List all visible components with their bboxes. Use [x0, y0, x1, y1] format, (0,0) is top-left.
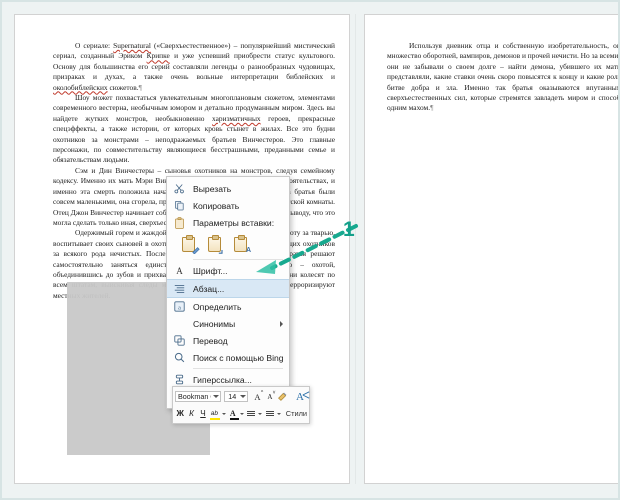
clear-formatting-button[interactable]: A	[293, 390, 310, 403]
paragraph-icon	[172, 282, 187, 296]
context-menu-item-paste-options: Параметры вставки:	[167, 214, 289, 231]
window-border	[0, 0, 620, 500]
highlight-button[interactable]: ab	[209, 407, 221, 420]
scissors-icon	[172, 182, 187, 196]
bold-button[interactable]: Ж	[175, 407, 185, 420]
numbering-button[interactable]	[264, 407, 274, 420]
hyperlink-icon	[172, 373, 187, 387]
context-menu-item-font[interactable]: A Шрифт...	[167, 262, 289, 279]
context-menu-item-copy[interactable]: Копировать	[167, 197, 289, 214]
chevron-down-icon[interactable]	[239, 395, 246, 398]
bullet-list-icon	[247, 410, 256, 417]
font-color-swatch	[229, 417, 239, 420]
paste-keep-source-formatting-button[interactable]	[179, 235, 200, 254]
chevron-down-icon[interactable]	[276, 412, 281, 415]
menu-divider	[193, 368, 283, 369]
context-menu-label: Вырезать	[193, 183, 232, 194]
grow-font-button[interactable]: A ^	[252, 390, 263, 403]
chevron-down-icon[interactable]	[258, 412, 263, 415]
search-icon	[172, 351, 187, 365]
styles-button[interactable]: Стили	[286, 409, 307, 418]
font-A-icon: A	[176, 265, 183, 276]
context-menu-label: Параметры вставки:	[193, 217, 275, 228]
underline-label: Ч	[200, 409, 206, 418]
paste-text-badge: A	[245, 246, 251, 254]
chevron-down-icon[interactable]	[239, 412, 244, 415]
svg-text:a: a	[178, 304, 181, 311]
context-menu-item-translate[interactable]: Перевод	[167, 332, 289, 349]
numbered-list-icon	[265, 410, 274, 417]
copy-icon	[172, 199, 187, 213]
context-menu-label: Синонимы	[193, 318, 236, 329]
context-menu-label: Перевод	[193, 335, 228, 346]
context-menu-label: Гиперссылка...	[193, 374, 252, 385]
word-document-window: О сериале: Supernatural («Сверхъестестве…	[0, 0, 620, 500]
format-painter-button[interactable]	[277, 390, 288, 403]
paste-merge-formatting-button[interactable]	[205, 235, 224, 254]
caret-up-icon: ^	[260, 390, 264, 396]
paste-options-group[interactable]: A	[167, 231, 289, 257]
define-icon: a	[172, 300, 187, 314]
font-color-button[interactable]: A	[228, 407, 239, 420]
context-menu-label: Поиск с помощью Bing	[193, 352, 284, 363]
caret-down-icon: ˅	[272, 390, 276, 396]
highlight-label: ab	[210, 410, 218, 417]
shrink-font-label: A	[267, 392, 273, 401]
context-menu-item-define[interactable]: a Определить	[167, 298, 289, 315]
context-menu-label: Абзац...	[193, 283, 225, 294]
translate-icon	[172, 334, 187, 348]
mini-toolbar-row-2: Ж К Ч ab A Стили	[175, 406, 307, 421]
context-menu-label: Копировать	[193, 200, 240, 211]
shrink-font-button[interactable]: A ˅	[264, 390, 275, 403]
mini-toolbar-row-1: Bookman Old : 14 A ^ A ˅ A	[175, 389, 310, 404]
font-name-combobox[interactable]: Bookman Old :	[175, 390, 222, 403]
context-menu-label: Определить	[193, 301, 242, 312]
bold-label: Ж	[176, 409, 184, 418]
context-menu[interactable]: Вырезать Копировать Параметры вставки: A…	[166, 176, 290, 409]
chevron-down-icon[interactable]	[221, 412, 226, 415]
menu-divider	[193, 259, 283, 260]
formatting-mini-toolbar[interactable]: Bookman Old : 14 A ^ A ˅ A	[172, 386, 310, 424]
chevron-down-icon[interactable]	[213, 395, 220, 398]
underline-button[interactable]: Ч	[198, 407, 208, 420]
bullets-button[interactable]	[246, 407, 256, 420]
context-menu-item-cut[interactable]: Вырезать	[167, 180, 289, 197]
context-menu-item-paragraph[interactable]: Абзац...	[167, 279, 289, 298]
context-menu-label: Шрифт...	[193, 265, 228, 276]
chevron-right-icon	[280, 320, 283, 327]
highlight-color-swatch	[210, 417, 221, 420]
context-menu-item-search-bing[interactable]: Поиск с помощью Bing	[167, 349, 289, 366]
grow-font-label: A	[254, 391, 261, 402]
paste-icon	[172, 216, 187, 230]
italic-label: К	[189, 409, 194, 418]
italic-button[interactable]: К	[186, 407, 196, 420]
font-size-combobox[interactable]: 14	[224, 390, 248, 403]
annotation-step-number: 1	[343, 218, 355, 241]
paste-text-only-button[interactable]: A	[231, 235, 251, 254]
font-name-value: Bookman Old :	[178, 392, 211, 401]
font-size-value: 14	[228, 392, 237, 401]
context-menu-item-synonyms[interactable]: Синонимы	[167, 315, 289, 332]
